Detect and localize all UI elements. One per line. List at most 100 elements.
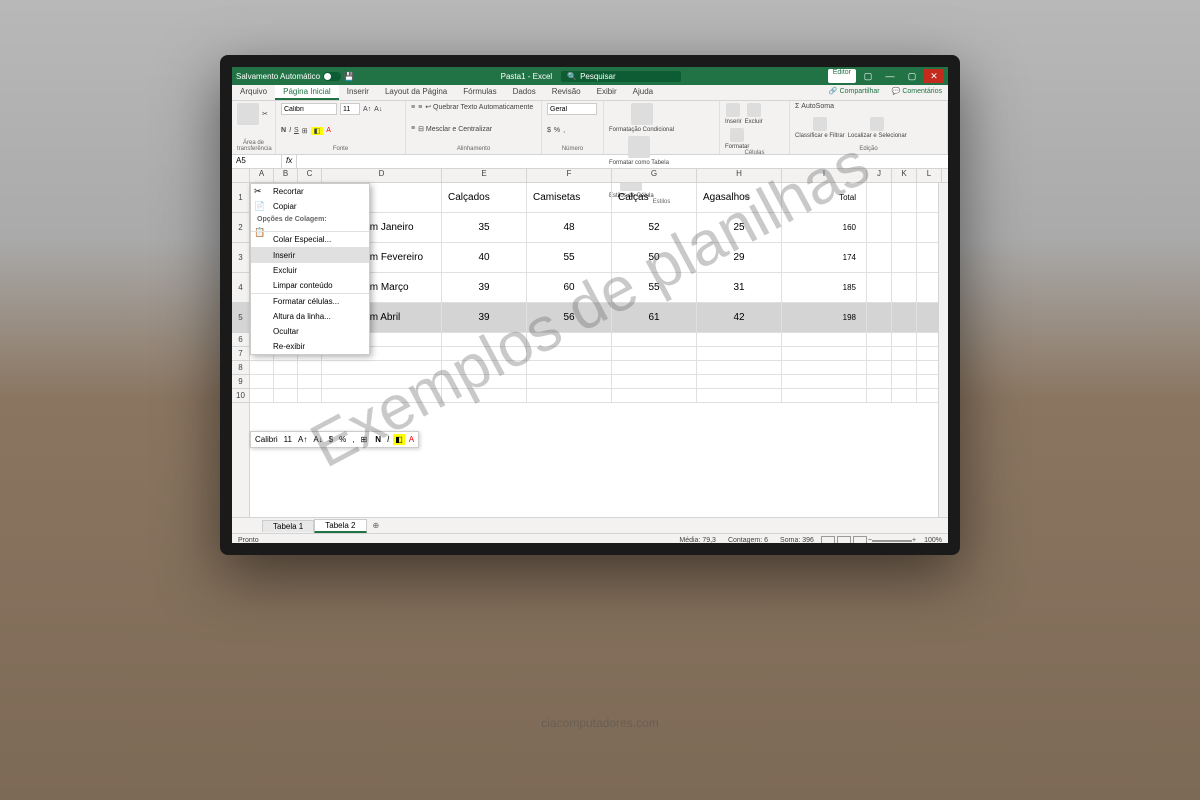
font-name-select[interactable] [281, 103, 337, 115]
tab-dados[interactable]: Dados [505, 85, 544, 100]
normal-view-icon[interactable] [821, 536, 835, 544]
column-header[interactable]: H [697, 169, 782, 182]
cell[interactable] [782, 333, 867, 346]
new-sheet-button[interactable]: ⊕ [367, 521, 386, 530]
cell[interactable] [697, 333, 782, 346]
tab-formulas[interactable]: Fórmulas [455, 85, 504, 100]
cell[interactable] [527, 389, 612, 402]
cell[interactable]: Camisetas [527, 183, 612, 212]
cell[interactable]: 52 [612, 213, 697, 242]
cell[interactable] [782, 361, 867, 374]
mini-bold[interactable]: N [373, 434, 383, 445]
menu-delete[interactable]: Excluir [251, 263, 369, 278]
cell[interactable] [612, 389, 697, 402]
cell[interactable]: 29 [697, 243, 782, 272]
column-header[interactable]: L [917, 169, 942, 182]
cell[interactable] [867, 183, 892, 212]
menu-clear[interactable]: Limpar conteúdo [251, 278, 369, 293]
tab-arquivo[interactable]: Arquivo [232, 85, 275, 100]
cell[interactable]: 55 [612, 273, 697, 302]
cell[interactable] [697, 389, 782, 402]
mini-border-icon[interactable]: ⊞ [358, 434, 369, 445]
number-format-select[interactable] [547, 103, 597, 115]
autosum-button[interactable]: Σ AutoSoma [795, 103, 834, 110]
wrap-text-button[interactable]: ↩ Quebrar Texto Automaticamente [425, 103, 533, 111]
zoom-slider[interactable] [872, 540, 912, 542]
cell[interactable] [892, 333, 917, 346]
column-header[interactable]: I [782, 169, 867, 182]
cell[interactable] [612, 333, 697, 346]
cell[interactable]: 56 [527, 303, 612, 332]
cell[interactable] [612, 375, 697, 388]
row-header[interactable]: 2 [232, 213, 249, 243]
cell[interactable] [322, 361, 442, 374]
cell[interactable] [527, 347, 612, 360]
tab-inserir[interactable]: Inserir [339, 85, 377, 100]
cell[interactable] [892, 243, 917, 272]
zoom-in-icon[interactable]: + [912, 537, 916, 543]
column-header[interactable]: J [867, 169, 892, 182]
cell[interactable]: 31 [697, 273, 782, 302]
cell[interactable]: 198 [782, 303, 867, 332]
cell[interactable] [322, 389, 442, 402]
tab-pagina-inicial[interactable]: Página Inicial [275, 85, 339, 100]
comments-button[interactable]: 💬 Comentários [886, 85, 948, 100]
bold-button[interactable]: N [281, 127, 286, 134]
vertical-scrollbar[interactable] [938, 183, 948, 517]
mini-decrease-icon[interactable]: A↓ [311, 434, 324, 445]
comma-icon[interactable]: , [563, 127, 565, 134]
cell[interactable] [867, 333, 892, 346]
row-header[interactable]: 8 [232, 361, 249, 375]
decrease-font-icon[interactable]: A↓ [374, 106, 382, 113]
row-header[interactable]: 1 [232, 183, 249, 213]
cell[interactable] [782, 375, 867, 388]
percent-icon[interactable]: % [554, 127, 560, 134]
cell[interactable] [892, 389, 917, 402]
tab-exibir[interactable]: Exibir [589, 85, 625, 100]
worksheet-grid[interactable]: 1 2 3 4 5 6 7 8 9 10 ABCDEFGHIJKL Calçad… [232, 169, 948, 517]
cell[interactable]: 61 [612, 303, 697, 332]
cell[interactable]: 39 [442, 273, 527, 302]
cell[interactable] [867, 303, 892, 332]
editor-badge[interactable]: Editor [828, 69, 856, 83]
menu-format-cells[interactable]: Formatar células... [251, 293, 369, 309]
name-box[interactable]: A5 [232, 155, 282, 168]
currency-icon[interactable]: $ [547, 127, 551, 134]
cell[interactable] [892, 273, 917, 302]
cell[interactable] [274, 375, 298, 388]
cell[interactable] [527, 361, 612, 374]
mini-fill-icon[interactable]: ◧ [393, 434, 405, 445]
cell[interactable] [298, 375, 322, 388]
menu-hide[interactable]: Ocultar [251, 324, 369, 339]
cell[interactable] [442, 361, 527, 374]
cell[interactable] [298, 361, 322, 374]
cell[interactable] [612, 361, 697, 374]
menu-insert[interactable]: Inserir [251, 247, 369, 263]
delete-cells-icon[interactable] [747, 103, 761, 117]
close-button[interactable]: ✕ [924, 69, 944, 83]
column-header[interactable]: G [612, 169, 697, 182]
cell[interactable]: Agasalhos [697, 183, 782, 212]
border-icon[interactable]: ⊞ [302, 127, 308, 135]
cell[interactable]: Calçados [442, 183, 527, 212]
cell[interactable] [867, 347, 892, 360]
mini-currency-icon[interactable]: $ [327, 434, 335, 445]
maximize-button[interactable]: ▢ [902, 69, 922, 83]
cell[interactable]: 185 [782, 273, 867, 302]
cell[interactable]: 60 [527, 273, 612, 302]
cell[interactable] [697, 347, 782, 360]
save-icon[interactable]: 💾 [344, 72, 354, 81]
cell[interactable] [892, 303, 917, 332]
cell[interactable] [527, 375, 612, 388]
cell[interactable]: 174 [782, 243, 867, 272]
underline-button[interactable]: S [294, 127, 299, 134]
cell[interactable] [867, 375, 892, 388]
cell[interactable] [867, 361, 892, 374]
column-header[interactable]: B [274, 169, 298, 182]
zoom-level[interactable]: 100% [924, 537, 942, 543]
menu-cut[interactable]: ✂Recortar [251, 184, 369, 199]
sheet-tab[interactable]: Tabela 1 [262, 520, 314, 532]
cell[interactable] [867, 243, 892, 272]
ribbon-options-icon[interactable]: ▢ [858, 69, 878, 83]
italic-button[interactable]: I [289, 127, 291, 134]
